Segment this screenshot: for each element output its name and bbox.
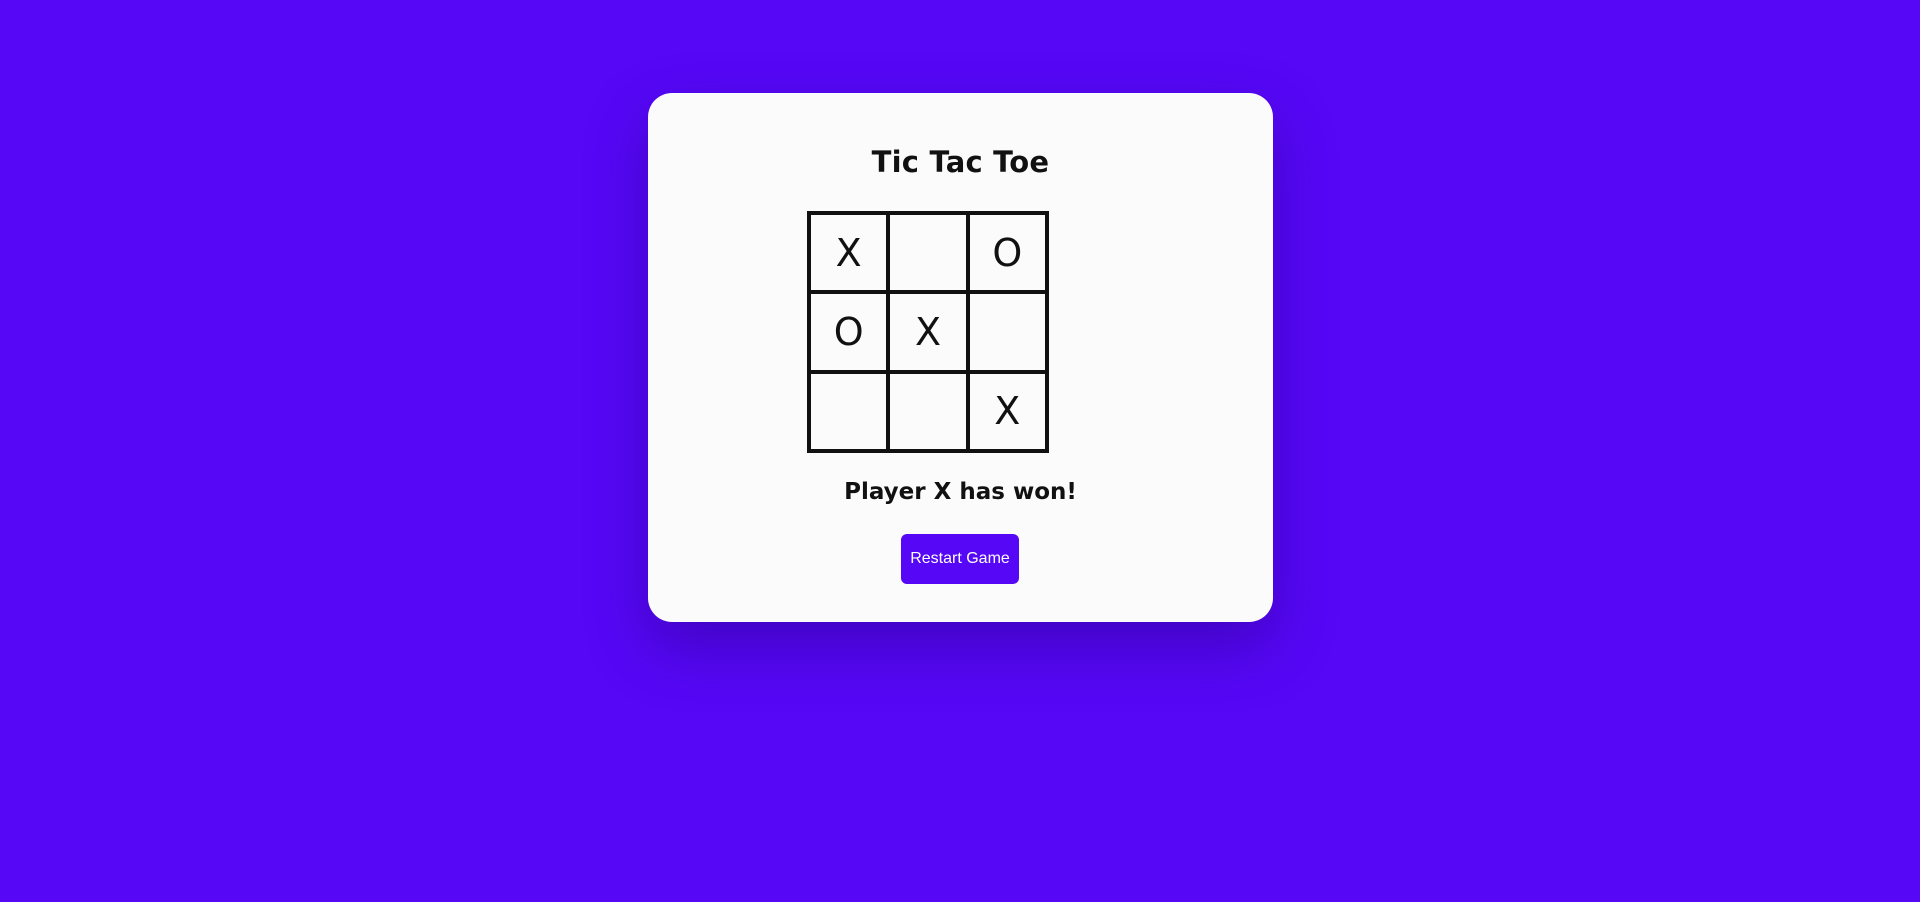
board-cell-5[interactable] [967, 292, 1047, 372]
game-board: X O O X X [807, 211, 1049, 453]
restart-button[interactable]: Restart Game [901, 534, 1019, 584]
game-card: Tic Tac Toe X O O X X Player X has won! … [648, 93, 1273, 622]
board-cell-1[interactable] [888, 213, 968, 293]
board-cell-6[interactable] [809, 371, 889, 451]
board-cell-3[interactable]: O [809, 292, 889, 372]
game-status: Player X has won! [844, 479, 1077, 505]
board-cell-8[interactable]: X [967, 371, 1047, 451]
board-cell-2[interactable]: O [967, 213, 1047, 293]
board-cell-7[interactable] [888, 371, 968, 451]
board-cell-0[interactable]: X [809, 213, 889, 293]
board-cell-4[interactable]: X [888, 292, 968, 372]
game-title: Tic Tac Toe [871, 145, 1050, 179]
